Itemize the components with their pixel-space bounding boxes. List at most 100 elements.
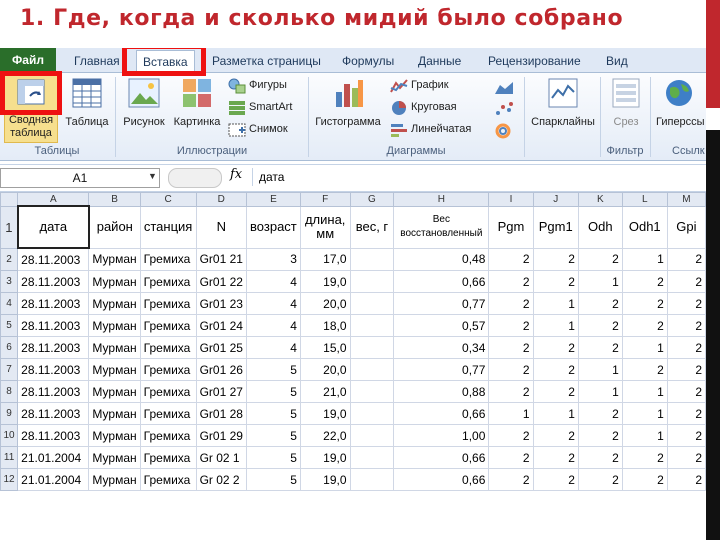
line-chart-button[interactable]: График — [390, 77, 480, 95]
table-cell[interactable]: 2 — [666, 380, 706, 403]
table-cell[interactable]: 18,0 — [299, 314, 351, 337]
table-cell[interactable]: 21,0 — [299, 380, 351, 403]
table-header-cell[interactable]: возраст — [245, 205, 301, 249]
table-cell[interactable]: Мурман — [88, 270, 141, 293]
row-header[interactable]: 4 — [0, 292, 19, 315]
table-cell[interactable] — [349, 424, 395, 447]
row-header[interactable]: 10 — [0, 424, 19, 447]
row-header[interactable]: 5 — [0, 314, 19, 337]
screenshot-button[interactable]: Снимок — [228, 121, 308, 139]
table-cell[interactable]: 2 — [532, 358, 579, 381]
table-cell[interactable]: Мурман — [88, 380, 141, 403]
row-header[interactable]: 8 — [0, 380, 19, 403]
table-header-cell[interactable]: Вес восстановленный — [393, 205, 490, 249]
table-cell[interactable]: Гремиха — [139, 358, 197, 381]
table-cell[interactable]: 3 — [245, 247, 301, 271]
table-cell[interactable]: 2 — [666, 247, 706, 271]
table-cell[interactable]: 2 — [488, 380, 534, 403]
table-cell[interactable]: 0,66 — [393, 468, 490, 491]
table-cell[interactable]: 2 — [577, 292, 623, 315]
table-cell[interactable]: 5 — [245, 358, 301, 381]
sparklines-button[interactable]: Спарклайны — [528, 75, 598, 141]
table-cell[interactable]: 28.11.2003 — [17, 247, 90, 271]
table-cell[interactable]: 2 — [577, 468, 623, 491]
table-cell[interactable]: 21.01.2004 — [17, 446, 90, 469]
smartart-button[interactable]: SmartArt — [228, 99, 308, 117]
column-header-k[interactable]: K — [577, 192, 623, 207]
table-cell[interactable]: 2 — [666, 446, 706, 469]
table-cell[interactable]: Гремиха — [139, 270, 197, 293]
table-cell[interactable]: 1,00 — [393, 424, 490, 447]
table-cell[interactable]: Мурман — [88, 424, 141, 447]
table-header-cell[interactable]: Odh — [577, 205, 623, 249]
area-chart-icon[interactable] — [494, 79, 514, 95]
table-cell[interactable]: 2 — [666, 424, 706, 447]
table-cell[interactable]: Gr 02 2 — [195, 468, 247, 491]
tab-review[interactable]: Рецензирование — [488, 52, 581, 70]
column-header-d[interactable]: D — [195, 192, 247, 207]
picture-button[interactable]: Рисунок — [120, 75, 168, 141]
table-cell[interactable]: 2 — [532, 446, 579, 469]
table-cell[interactable]: Гремиха — [139, 424, 197, 447]
table-cell[interactable]: 20,0 — [299, 292, 351, 315]
table-cell[interactable]: Мурман — [88, 402, 141, 425]
table-cell[interactable]: Гремиха — [139, 292, 197, 315]
table-cell[interactable]: 19,0 — [299, 270, 351, 293]
table-cell[interactable]: 1 — [621, 380, 668, 403]
table-cell[interactable]: 2 — [532, 468, 579, 491]
table-cell[interactable]: 2 — [621, 358, 668, 381]
table-header-cell[interactable]: район — [88, 205, 141, 249]
column-header-c[interactable]: C — [139, 192, 197, 207]
tab-page-layout[interactable]: Разметка страницы — [212, 52, 321, 70]
table-cell[interactable]: 0,34 — [393, 336, 490, 359]
table-cell[interactable]: 2 — [488, 336, 534, 359]
chevron-down-icon[interactable]: ▼ — [148, 171, 157, 181]
table-cell[interactable]: 5 — [245, 468, 301, 491]
table-cell[interactable]: 2 — [577, 446, 623, 469]
table-cell[interactable]: 28.11.2003 — [17, 336, 90, 359]
table-cell[interactable]: Gr01 26 — [195, 358, 247, 381]
table-cell[interactable]: 5 — [245, 380, 301, 403]
tab-home[interactable]: Главная — [74, 52, 120, 70]
hyperlink-button[interactable]: Гиперссы — [654, 75, 706, 141]
table-cell[interactable]: 4 — [245, 336, 301, 359]
table-cell[interactable]: 2 — [488, 446, 534, 469]
tab-view[interactable]: Вид — [606, 52, 628, 70]
row-header[interactable]: 7 — [0, 358, 19, 381]
row-header[interactable]: 2 — [0, 247, 19, 271]
table-cell[interactable]: Gr01 21 — [195, 247, 247, 271]
table-cell[interactable] — [349, 314, 395, 337]
table-cell[interactable]: Гремиха — [139, 336, 197, 359]
table-cell[interactable]: 2 — [666, 402, 706, 425]
row-header[interactable]: 1 — [0, 205, 19, 249]
table-cell[interactable]: 28.11.2003 — [17, 402, 90, 425]
table-cell[interactable]: 28.11.2003 — [17, 380, 90, 403]
table-cell[interactable]: 2 — [621, 468, 668, 491]
table-cell[interactable]: Gr01 24 — [195, 314, 247, 337]
table-header-cell[interactable]: дата — [16, 205, 90, 249]
table-cell[interactable]: 28.11.2003 — [17, 292, 90, 315]
table-cell[interactable]: 2 — [666, 358, 706, 381]
slicer-button[interactable]: Срез — [604, 75, 648, 141]
table-cell[interactable]: Gr01 27 — [195, 380, 247, 403]
table-cell[interactable]: 2 — [488, 468, 534, 491]
table-cell[interactable]: 17,0 — [299, 247, 351, 271]
table-cell[interactable]: Мурман — [88, 314, 141, 337]
table-cell[interactable]: Gr01 22 — [195, 270, 247, 293]
table-cell[interactable]: Гремиха — [139, 446, 197, 469]
table-cell[interactable]: 1 — [621, 247, 668, 271]
table-button[interactable]: Таблица — [62, 75, 112, 141]
table-cell[interactable]: 1 — [532, 402, 579, 425]
table-cell[interactable]: 28.11.2003 — [17, 424, 90, 447]
table-cell[interactable]: 2 — [666, 336, 706, 359]
table-cell[interactable]: 1 — [577, 380, 623, 403]
table-cell[interactable]: 4 — [245, 270, 301, 293]
table-cell[interactable]: 2 — [532, 424, 579, 447]
shapes-button[interactable]: Фигуры — [228, 77, 308, 95]
column-header-g[interactable]: G — [349, 192, 395, 207]
table-cell[interactable]: 0,77 — [393, 358, 490, 381]
tab-formulas[interactable]: Формулы — [342, 52, 394, 70]
bar-chart-button[interactable]: Линейчатая — [390, 121, 486, 139]
table-cell[interactable]: 2 — [532, 270, 579, 293]
table-cell[interactable]: 0,66 — [393, 446, 490, 469]
